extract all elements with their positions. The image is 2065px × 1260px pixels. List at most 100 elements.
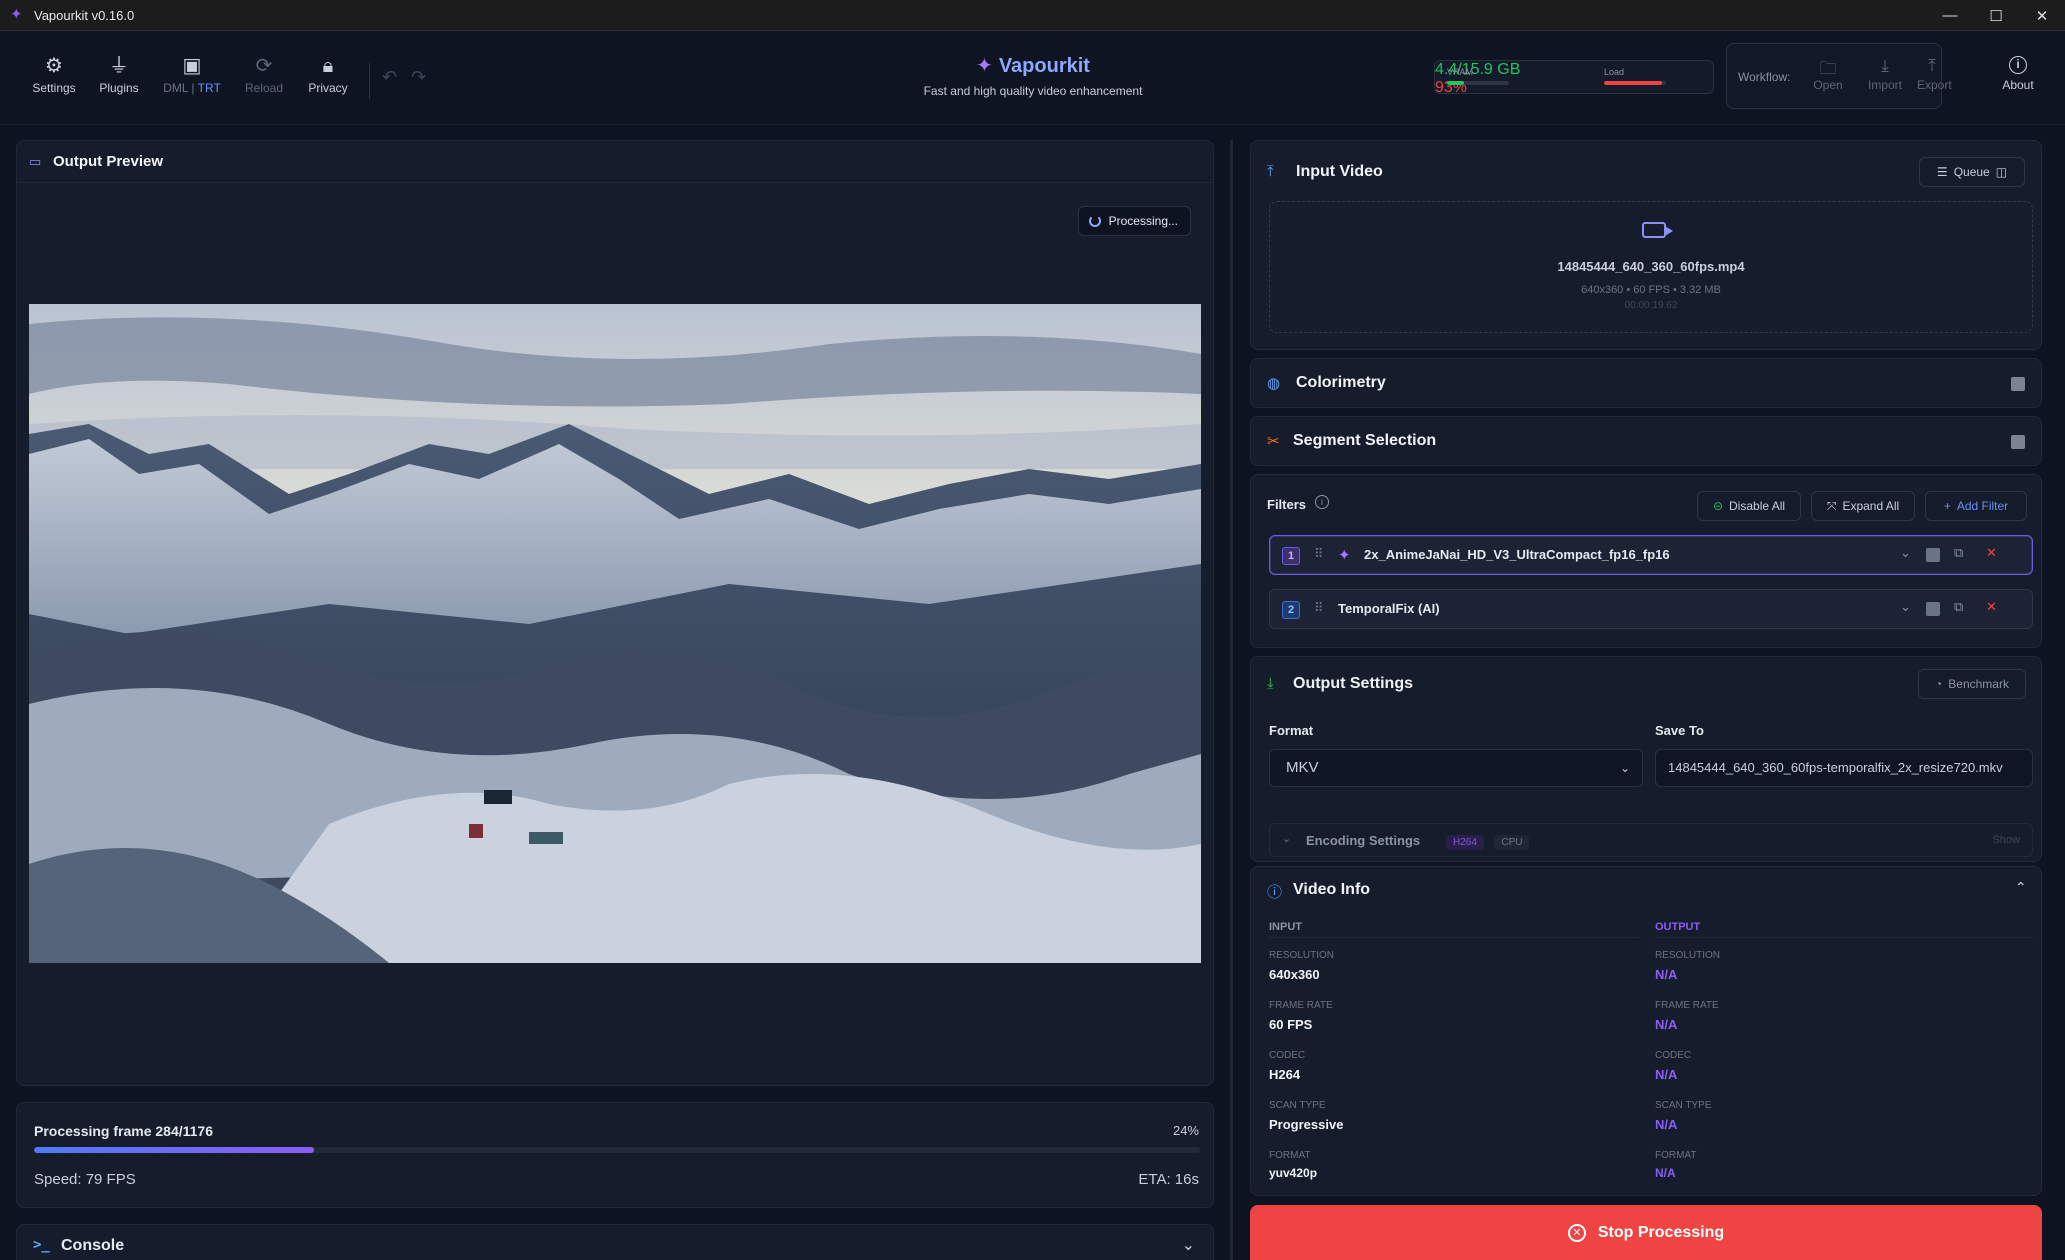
download-icon: ⤓ <box>1881 56 1889 75</box>
filter-enabled-checkbox[interactable] <box>1926 548 1940 562</box>
export-workflow-button[interactable]: ⤒ Export <box>1917 56 1952 92</box>
progress-bar-fill <box>34 1147 314 1153</box>
format-select[interactable]: MKV ⌄ <box>1269 749 1643 787</box>
filters-panel: Filters i ⊝ Disable All ⤧ Expand All + Add … <box>1250 474 2042 648</box>
redo-icon[interactable]: ↷ <box>411 67 440 87</box>
chevron-right-icon: ⌄ <box>1282 833 1292 845</box>
add-filter-button[interactable]: + Add Filter <box>1925 491 2027 521</box>
workflow-group: Workflow: 🗀 Open ⤓ Import ⤒ Export <box>1726 43 1952 109</box>
filter-index: 1 <box>1282 547 1300 565</box>
video-drop-zone[interactable]: 14845444_640_360_60fps.mp4 640x360 • 60 … <box>1269 201 2033 333</box>
palette-icon: ◍ <box>1267 375 1281 392</box>
chevron-down-icon[interactable]: ⌄ <box>1900 545 1911 561</box>
drag-handle-icon[interactable]: ⠿ <box>1314 546 1323 562</box>
info-icon: i <box>2009 56 2027 74</box>
duplicate-icon[interactable]: ⧉ <box>1954 545 1963 561</box>
duplicate-icon[interactable]: ⧉ <box>1954 599 1963 615</box>
input-divider <box>1269 937 1639 938</box>
chip-icon: ▣ <box>182 55 202 77</box>
encoding-settings-row[interactable]: ⌄ Encoding Settings H264 CPU Show <box>1269 823 2033 857</box>
filter-enabled-checkbox[interactable] <box>1926 602 1940 616</box>
queue-button[interactable]: ☰ Queue ◫ <box>1919 157 2025 187</box>
window-titlebar: ✦ Vapourkit v0.16.0 — ☐ ✕ <box>0 0 2065 31</box>
sparkle-icon: ✦ <box>976 55 993 77</box>
colorimetry-section[interactable]: ◍ Colorimetry <box>1250 358 2042 408</box>
filter-item[interactable]: 2 ⠿ TemporalFix (AI) ⌄ ⧉ ✕ <box>1269 589 2033 629</box>
window-title: Vapourkit v0.16.0 <box>34 7 135 23</box>
input-column-header: INPUT <box>1269 921 1302 933</box>
filter-item[interactable]: 1 ⠿ ✦ 2x_AnimeJaNai_HD_V3_UltraCompact_f… <box>1269 535 2033 575</box>
input-file-duration: 00:00:19.62 <box>1624 300 1678 311</box>
chevron-down-icon[interactable]: ⌄ <box>1182 1235 1195 1255</box>
panel-resize-handle[interactable] <box>1230 140 1233 1260</box>
vram-bar <box>1447 81 1509 85</box>
close-icon[interactable]: ✕ <box>2019 0 2065 31</box>
resource-stats: VRAM 4.4/15.9 GB Load 93% <box>1434 60 1714 96</box>
plug-icon: ⏚ <box>109 55 129 77</box>
app-brand: ✦ Vapourkit Fast and high quality video e… <box>880 53 1186 98</box>
benchmark-button[interactable]: ◔ Benchmark <box>1918 669 2026 699</box>
chevron-up-icon[interactable]: ⌃ <box>2015 879 2027 896</box>
remove-icon[interactable]: ✕ <box>1986 545 1997 561</box>
chevron-down-icon: ⌄ <box>1619 761 1630 775</box>
output-divider <box>1655 937 2033 938</box>
undo-redo-group: ↶↷ <box>382 67 440 88</box>
output-codec: N/A <box>1655 1067 1678 1082</box>
console-title: Console <box>61 1237 125 1254</box>
device-chip: CPU <box>1494 835 1530 850</box>
maximize-icon[interactable]: ☐ <box>1973 0 2019 31</box>
output-resolution: N/A <box>1655 967 1678 982</box>
about-button[interactable]: i About <box>1990 55 2046 92</box>
workflow-label: Workflow: <box>1738 70 1791 84</box>
plugins-button[interactable]: ⏚ Plugins <box>89 55 149 95</box>
segment-selection-section[interactable]: ✂ Segment Selection <box>1250 416 2042 466</box>
encoding-settings-label: Encoding Settings <box>1306 833 1421 848</box>
undo-icon[interactable]: ↶ <box>382 67 411 87</box>
output-preview-header: ▭ Output Preview <box>17 141 1213 183</box>
input-frame-rate: 60 FPS <box>1269 1017 1313 1032</box>
stop-circle-icon: ✕ <box>1567 1223 1586 1242</box>
list-icon: ☰ <box>1936 165 1948 179</box>
privacy-button[interactable]: 🔒︎ Privacy <box>298 55 358 95</box>
mountain-landscape-image <box>29 304 1201 963</box>
info-icon[interactable]: i <box>1315 495 1329 509</box>
gauge-icon: ◔ <box>1935 677 1943 691</box>
open-workflow-button[interactable]: 🗀 Open <box>1803 56 1853 92</box>
input-codec: H264 <box>1269 1067 1301 1082</box>
filter-name: 2x_AnimeJaNai_HD_V3_UltraCompact_fp16_fp… <box>1364 547 1670 562</box>
reload-button[interactable]: ⟳ Reload <box>234 55 294 95</box>
console-panel[interactable]: >_ Console ⌄ <box>16 1224 1214 1260</box>
video-info-title: Video Info <box>1293 881 1371 898</box>
settings-button[interactable]: ⚙ Settings <box>24 55 84 95</box>
app-tagline: Fast and high quality video enhancement <box>923 84 1143 98</box>
stop-processing-button[interactable]: ✕ Stop Processing <box>1250 1205 2042 1260</box>
codec-chip: H264 <box>1446 835 1484 850</box>
backend-toggle-button[interactable]: ▣ DML | TRT <box>162 55 222 95</box>
show-encoding-link[interactable]: Show <box>1992 834 2020 846</box>
output-settings-title: Output Settings <box>1293 675 1413 692</box>
colorimetry-toggle[interactable] <box>2011 377 2025 391</box>
input-resolution: 640x360 <box>1269 967 1320 982</box>
save-to-input[interactable]: 14845444_640_360_60fps-temporalfix_2x_re… <box>1655 749 2033 787</box>
import-workflow-button[interactable]: ⤓ Import <box>1860 56 1910 92</box>
expand-all-button[interactable]: ⤧ Expand All <box>1811 491 1915 521</box>
output-column-header: OUTPUT <box>1655 921 1701 933</box>
progress-panel: Processing frame 284/1176 24% Speed: 79 … <box>16 1102 1214 1208</box>
vram-bar-fill <box>1447 81 1465 85</box>
segment-selection-toggle[interactable] <box>2011 435 2025 449</box>
window-controls: — ☐ ✕ <box>1927 0 2065 31</box>
info-circle-icon: ⓘ <box>1267 884 1283 901</box>
output-settings-panel: ⤓ Output Settings ◔ Benchmark Format MKV … <box>1250 656 2042 862</box>
drag-handle-icon[interactable]: ⠿ <box>1314 600 1323 616</box>
save-to-label: Save To <box>1655 723 1704 738</box>
minimize-icon[interactable]: — <box>1927 0 1973 31</box>
expand-icon: ⤧ <box>1826 498 1837 513</box>
terminal-icon: >_ <box>33 1237 50 1253</box>
ai-sparkle-icon: ✦ <box>1338 547 1351 564</box>
chevron-down-icon[interactable]: ⌄ <box>1900 599 1911 615</box>
disable-all-button[interactable]: ⊝ Disable All <box>1697 491 1801 521</box>
backend-trt-label: TRT <box>197 81 221 95</box>
segment-selection-title: Segment Selection <box>1293 432 1437 449</box>
remove-icon[interactable]: ✕ <box>1986 599 1997 615</box>
video-info-panel: ⓘ Video Info ⌃ INPUT OUTPUT RESOLUTION 6… <box>1250 866 2042 1196</box>
